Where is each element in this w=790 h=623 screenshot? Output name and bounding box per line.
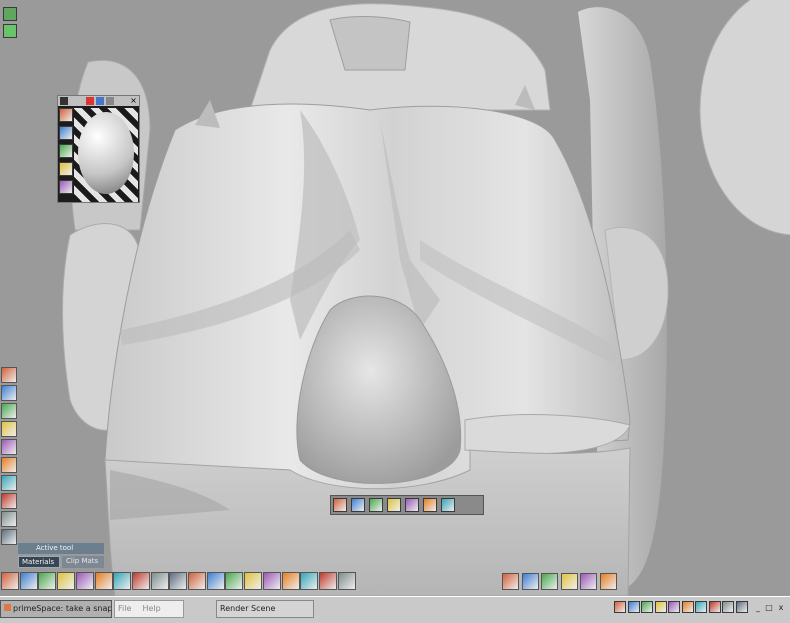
gradient-icon[interactable] [1,439,17,455]
app9-icon[interactable] [722,601,734,613]
shader-icon[interactable] [502,573,519,590]
arrow-icon[interactable] [1,457,17,473]
help-icon[interactable] [599,573,617,590]
sphere-icon[interactable] [206,572,225,590]
clip-mats-label: Clip Mats [66,557,99,565]
shaper-icon[interactable] [131,572,150,590]
preview-sphere-icon [78,112,134,194]
active-task-button[interactable]: primeSpace: take a snap shot... [0,600,112,618]
file-icon[interactable] [560,573,578,590]
add-object-icon[interactable] [3,24,17,38]
select-icon[interactable] [521,573,539,590]
app8-icon[interactable] [708,601,721,613]
tree-icon[interactable] [225,572,244,590]
panel-titlebar[interactable]: × [58,96,139,106]
view-icon[interactable] [441,498,455,512]
pencil-icon[interactable] [19,572,38,590]
minimize-button[interactable]: _ [753,600,763,618]
menu-help[interactable]: Help [142,604,160,613]
app4-icon[interactable] [654,601,667,613]
menu-bar: File Help [114,600,184,618]
app5-icon[interactable] [668,601,680,613]
knife-icon[interactable] [59,144,73,158]
color-icon[interactable] [1,421,17,437]
materials-tab[interactable]: Materials [18,556,60,568]
app7-icon[interactable] [695,601,707,613]
cube-icon[interactable] [1,475,17,491]
move-icon[interactable] [333,498,347,512]
floating-label-panel[interactable]: Active tool Materials Clip Mats [18,543,104,571]
deform-icon[interactable] [1,385,17,401]
move-icon[interactable] [1,511,17,527]
render-scene-button[interactable]: Render Scene [216,600,314,618]
menu-file[interactable]: File [118,604,131,613]
3d-viewport[interactable]: × Active tool Materials Clip Mats [0,0,790,596]
twist-icon[interactable] [387,498,401,512]
grid-icon[interactable] [113,572,132,590]
rgb-chip-icon[interactable] [96,97,104,105]
waves-icon[interactable] [150,572,169,590]
material-sphere-preview[interactable] [74,108,138,202]
app10-icon[interactable] [735,601,748,613]
landscape-icon[interactable] [1,493,17,509]
scale-icon[interactable] [369,498,383,512]
floating-deform-toolbar [330,495,484,515]
maximize-button[interactable]: □ [764,600,774,618]
brush-icon[interactable] [59,126,73,140]
morph-icon[interactable] [188,572,206,590]
active-tool-label: Active tool [36,544,74,552]
palette-chip-icon[interactable] [86,97,94,105]
taskbar: primeSpace: take a snap shot... File Hel… [0,596,790,623]
wand-icon[interactable] [300,572,319,590]
close-icon[interactable]: × [129,96,138,105]
clip-mats-tab[interactable]: Clip Mats [62,556,104,568]
puzzle-icon[interactable] [169,572,188,590]
eye-icon[interactable] [337,572,356,590]
color-ball-icon[interactable] [75,572,94,590]
wood-icon[interactable] [59,180,73,194]
light-icon[interactable] [1,367,17,383]
app2-icon[interactable] [627,601,640,613]
app6-icon[interactable] [681,601,694,613]
group-icon[interactable] [541,573,558,590]
color-chip-icon[interactable] [60,97,68,105]
lathe-icon[interactable] [38,572,57,590]
render-scene-label: Render Scene [220,604,276,613]
brush-icon[interactable] [580,573,597,590]
active-task-label: primeSpace: take a snap shot... [13,604,112,613]
figure-icon[interactable] [262,572,281,590]
bend-icon[interactable] [423,498,437,512]
active-tool-tab[interactable]: Active tool [18,543,104,554]
close-button[interactable]: x [776,600,786,618]
rotate-icon[interactable] [351,498,365,512]
flat-color-icon[interactable] [59,162,73,176]
texture-icon[interactable] [94,572,113,590]
spin-icon[interactable] [405,498,419,512]
material-preview-panel[interactable]: × [57,95,140,203]
knife-icon[interactable] [281,572,300,590]
path-icon[interactable] [1,529,17,545]
window-icon[interactable] [3,7,17,21]
app3-icon[interactable] [641,601,653,613]
lighting-icon[interactable] [318,572,337,590]
circle-icon[interactable] [1,572,19,590]
axis-icon[interactable] [244,572,263,590]
app1-icon[interactable] [614,601,626,613]
materials-label: Materials [22,558,55,566]
app-icon [4,604,11,611]
palette-icon[interactable] [1,403,17,419]
paint-brush-icon[interactable] [59,108,73,122]
menu-chip-icon[interactable] [106,97,114,105]
extrude-icon[interactable] [57,572,76,590]
